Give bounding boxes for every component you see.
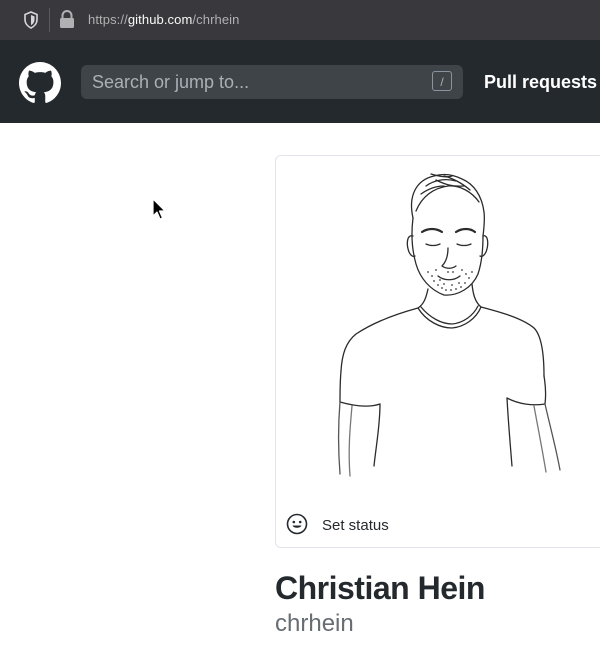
lock-icon[interactable] bbox=[58, 10, 76, 30]
github-logo-icon[interactable] bbox=[19, 62, 61, 104]
mouse-cursor-icon bbox=[152, 198, 166, 220]
search-placeholder: Search or jump to... bbox=[92, 72, 250, 92]
url-text[interactable]: https://github.com/chrhein bbox=[88, 12, 239, 27]
search-input[interactable]: Search or jump to... / bbox=[81, 65, 463, 99]
url-path: /chrhein bbox=[192, 12, 240, 27]
github-header: Search or jump to... / Pull requests bbox=[0, 40, 600, 123]
profile-avatar-card[interactable]: Set status bbox=[275, 155, 600, 548]
profile-username: chrhein bbox=[275, 610, 354, 637]
url-bar-divider bbox=[49, 8, 50, 32]
set-status-label: Set status bbox=[322, 517, 389, 534]
nav-pull-requests-link[interactable]: Pull requests bbox=[484, 72, 597, 93]
avatar-illustration bbox=[337, 173, 561, 477]
url-prefix: https:// bbox=[88, 12, 128, 27]
search-shortcut-key: / bbox=[432, 71, 452, 91]
url-domain: github.com bbox=[127, 12, 193, 27]
browser-url-bar: https://github.com/chrhein bbox=[0, 0, 600, 41]
profile-full-name: Christian Hein bbox=[275, 570, 485, 606]
smiley-icon bbox=[286, 513, 308, 535]
tracking-shield-icon[interactable] bbox=[21, 10, 41, 30]
